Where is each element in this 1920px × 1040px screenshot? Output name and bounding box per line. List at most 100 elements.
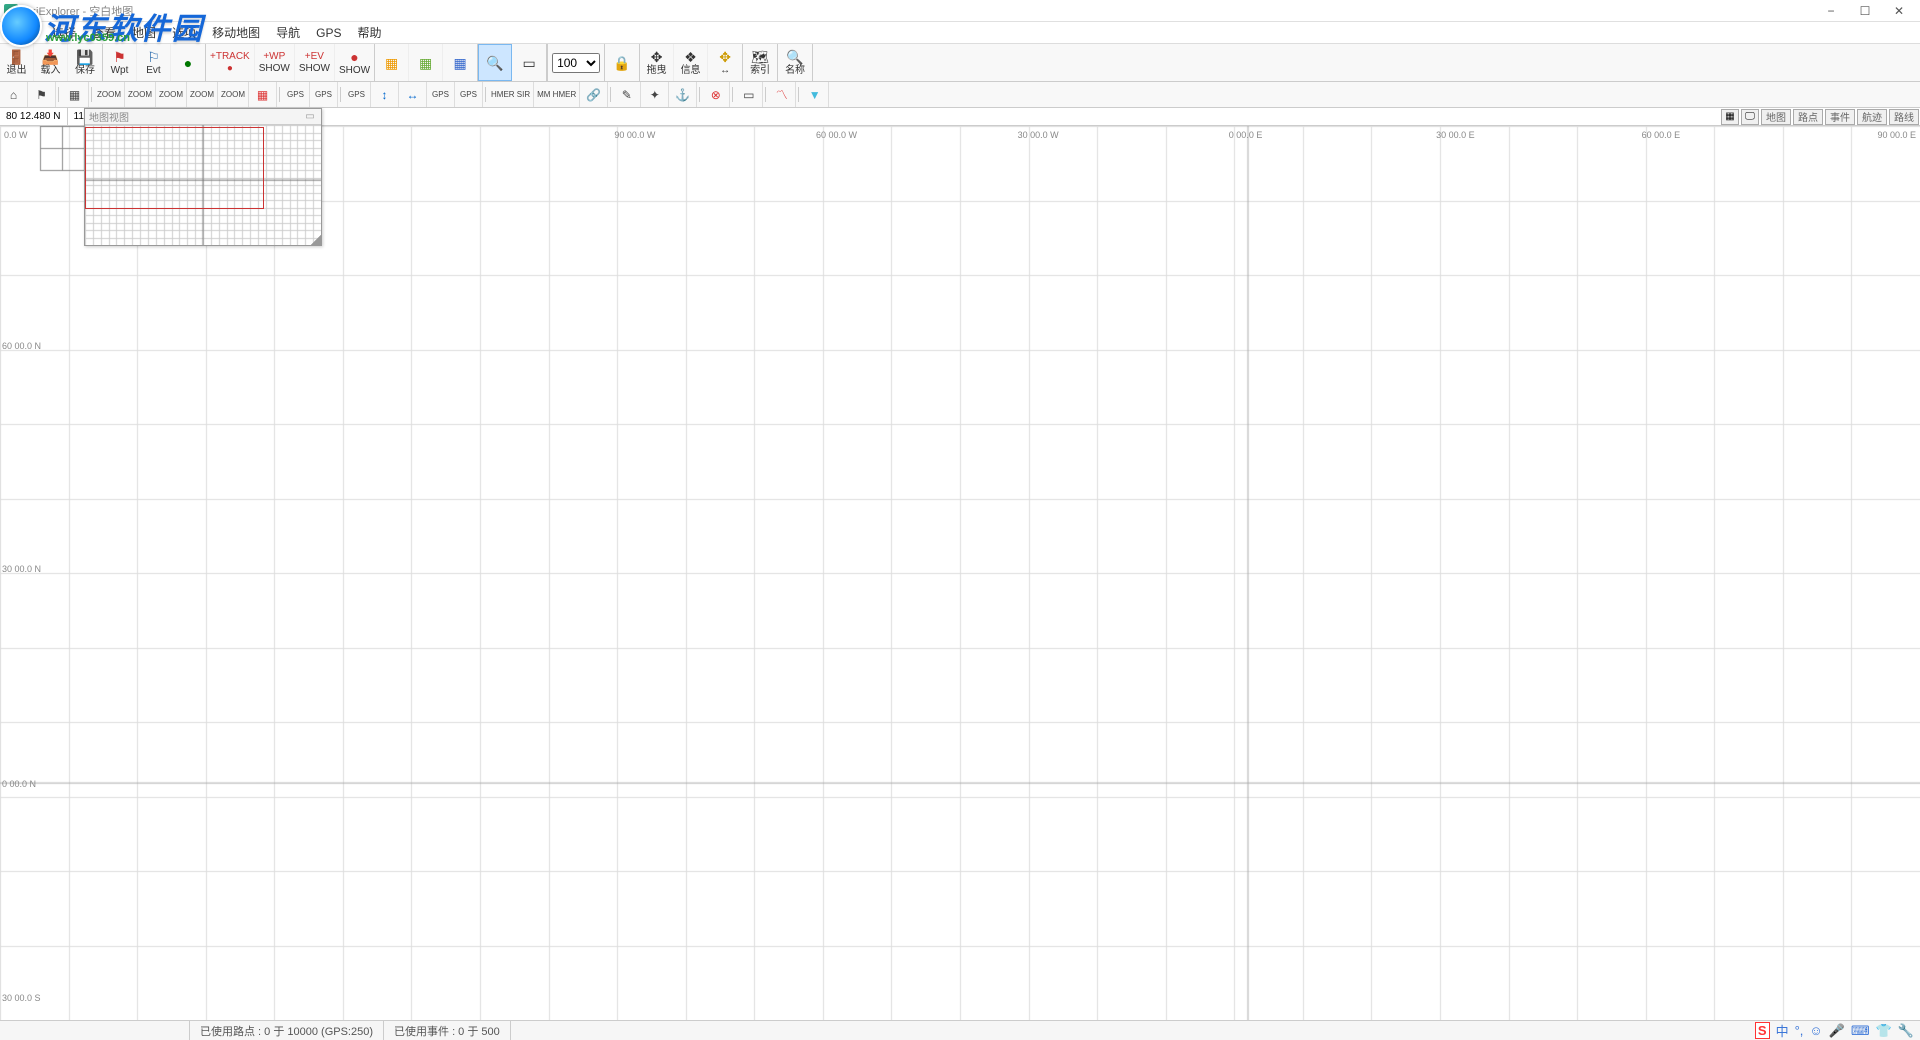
- zoom5[interactable]: ZOOM: [218, 82, 249, 107]
- track-rec-button[interactable]: +TRACK●: [206, 44, 255, 81]
- zoom-select[interactable]: 100: [547, 44, 605, 81]
- tab-waypoint[interactable]: 路点: [1793, 109, 1823, 125]
- menu-view[interactable]: 查看: [84, 24, 124, 41]
- tab-track[interactable]: 航迹: [1857, 109, 1887, 125]
- lon-label: 60 00.0 W: [816, 130, 857, 140]
- zoom3[interactable]: ZOOM: [156, 82, 187, 107]
- gps3[interactable]: GPS: [343, 82, 371, 107]
- status-events: 已使用事件 : 0 于 500: [384, 1021, 511, 1040]
- drag-button[interactable]: ✥拖曳: [640, 44, 674, 81]
- tab-route[interactable]: 路线: [1889, 109, 1919, 125]
- tray-mic-icon[interactable]: 🎤: [1829, 1023, 1845, 1039]
- info-button[interactable]: ❖信息: [674, 44, 708, 81]
- zoom-tool-button[interactable]: 🔍: [478, 44, 512, 81]
- marker-button[interactable]: ●: [171, 44, 205, 81]
- zoom1[interactable]: ZOOM: [94, 82, 125, 107]
- gps5[interactable]: GPS: [455, 82, 483, 107]
- overview-body[interactable]: [85, 125, 321, 245]
- lock-button[interactable]: 🔒: [605, 44, 639, 81]
- tray-settings-icon[interactable]: 🔧: [1898, 1023, 1914, 1039]
- menu-help[interactable]: 帮助: [349, 24, 389, 41]
- tab-map[interactable]: 地图: [1761, 109, 1791, 125]
- lat-label: 30 00.0 N: [2, 564, 41, 574]
- t-graph[interactable]: 〽: [768, 82, 796, 107]
- menubar: 河东软件园 www.lyc0359.cn 文件 选择 查看 地图 选项 移动地图…: [0, 22, 1920, 44]
- tray-ime-lang[interactable]: 中: [1776, 1021, 1789, 1040]
- show-button[interactable]: ●SHOW: [335, 44, 374, 81]
- maximize-button[interactable]: ☐: [1848, 1, 1882, 21]
- load-button[interactable]: 📥载入: [34, 44, 68, 81]
- overview-close-icon[interactable]: ▭: [303, 111, 317, 122]
- wpt-button[interactable]: ⚑Wpt: [103, 44, 137, 81]
- map-canvas-area[interactable]: 0.0 W 90 00.0 W 60 00.0 W 30 00.0 W 0 00…: [0, 126, 1920, 1020]
- index-button[interactable]: 🗺索引: [743, 44, 777, 81]
- pan-button[interactable]: ✥↔: [708, 44, 742, 81]
- view-screen-icon[interactable]: 🖵: [1741, 109, 1759, 125]
- t-link[interactable]: 🔗: [580, 82, 608, 107]
- overview-viewport-rect[interactable]: [85, 127, 264, 209]
- tool-flag[interactable]: ⚑: [28, 82, 56, 107]
- menu-movemap[interactable]: 移动地图: [204, 24, 268, 41]
- lat-label: 0 00.0 N: [2, 779, 36, 789]
- system-tray: S 中 °, ☺ 🎤 ⌨ 👕 🔧: [1749, 1021, 1920, 1040]
- evt-button[interactable]: ⚐Evt: [137, 44, 171, 81]
- tray-sogou-icon[interactable]: S: [1755, 1022, 1770, 1039]
- gps2[interactable]: GPS: [310, 82, 338, 107]
- tab-event[interactable]: 事件: [1825, 109, 1855, 125]
- view-thumb-icon[interactable]: ▦: [1721, 109, 1739, 125]
- exit-button[interactable]: 🚪退出: [0, 44, 34, 81]
- lon-label: 90 00.0 E: [1877, 130, 1916, 140]
- overview-titlebar[interactable]: 地图视图 ▭: [85, 109, 321, 125]
- minimize-button[interactable]: −: [1814, 1, 1848, 21]
- menu-nav[interactable]: 导航: [268, 24, 308, 41]
- tray-keyboard-icon[interactable]: ⌨: [1851, 1023, 1870, 1039]
- menu-gps[interactable]: GPS: [308, 26, 349, 40]
- window-title: OziExplorer - 空白地图: [22, 3, 133, 19]
- zoom4[interactable]: ZOOM: [187, 82, 218, 107]
- lon-label: 60 00.0 E: [1642, 130, 1681, 140]
- gps4[interactable]: GPS: [427, 82, 455, 107]
- hmer[interactable]: HMER SIR: [488, 82, 534, 107]
- menu-map[interactable]: 地图: [124, 24, 164, 41]
- wp-rec-button[interactable]: +WPSHOW: [255, 44, 295, 81]
- tool-grid[interactable]: ▦: [61, 82, 89, 107]
- t-filter[interactable]: ▼: [801, 82, 829, 107]
- menu-select[interactable]: 选择: [44, 24, 84, 41]
- statusbar: 已使用路点 : 0 于 10000 (GPS:250) 已使用事件 : 0 于 …: [0, 1020, 1920, 1040]
- zoom-lock[interactable]: ▦: [249, 82, 277, 107]
- t-chart[interactable]: ▭: [735, 82, 763, 107]
- app-icon: [4, 4, 18, 18]
- menu-file[interactable]: 文件: [4, 24, 44, 41]
- t-anchor[interactable]: ⚓: [669, 82, 697, 107]
- tray-emoji-icon[interactable]: ☺: [1809, 1023, 1822, 1038]
- gps-arr1[interactable]: ↕: [371, 82, 399, 107]
- fit-button[interactable]: ▭: [512, 44, 546, 81]
- secondary-toolbar: ⌂ ⚑ ▦ ZOOM ZOOM ZOOM ZOOM ZOOM ▦ GPS GPS…: [0, 82, 1920, 108]
- t-cancel[interactable]: ⊗: [702, 82, 730, 107]
- status-waypoints: 已使用路点 : 0 于 10000 (GPS:250): [190, 1021, 384, 1040]
- layer2-button[interactable]: ▦: [409, 44, 443, 81]
- close-button[interactable]: ✕: [1882, 1, 1916, 21]
- tool-home[interactable]: ⌂: [0, 82, 28, 107]
- zoom-dropdown[interactable]: 100: [552, 53, 600, 73]
- lat-label: 60 00.0 N: [2, 341, 41, 351]
- save-button[interactable]: 💾保存: [68, 44, 102, 81]
- t-draw[interactable]: ✎: [613, 82, 641, 107]
- layer1-button[interactable]: ▦: [375, 44, 409, 81]
- mm[interactable]: MM HMER: [534, 82, 580, 107]
- lat-label: 30 00.0 S: [2, 993, 41, 1003]
- zoom2[interactable]: ZOOM: [125, 82, 156, 107]
- t-point[interactable]: ✦: [641, 82, 669, 107]
- lon-label: 30 00.0 W: [1018, 130, 1059, 140]
- tray-punct-icon[interactable]: °,: [1795, 1023, 1804, 1038]
- gps1[interactable]: GPS: [282, 82, 310, 107]
- ev-rec-button[interactable]: +EVSHOW: [295, 44, 335, 81]
- overview-window[interactable]: 地图视图 ▭: [84, 108, 322, 246]
- name-button[interactable]: 🔍名称: [778, 44, 812, 81]
- layer3-button[interactable]: ▦: [443, 44, 477, 81]
- tray-user-icon[interactable]: 👕: [1876, 1023, 1892, 1039]
- overview-resize-handle[interactable]: [311, 235, 321, 245]
- lon-label: 90 00.0 W: [614, 130, 655, 140]
- gps-arr2[interactable]: ↔: [399, 82, 427, 107]
- menu-options[interactable]: 选项: [164, 24, 204, 41]
